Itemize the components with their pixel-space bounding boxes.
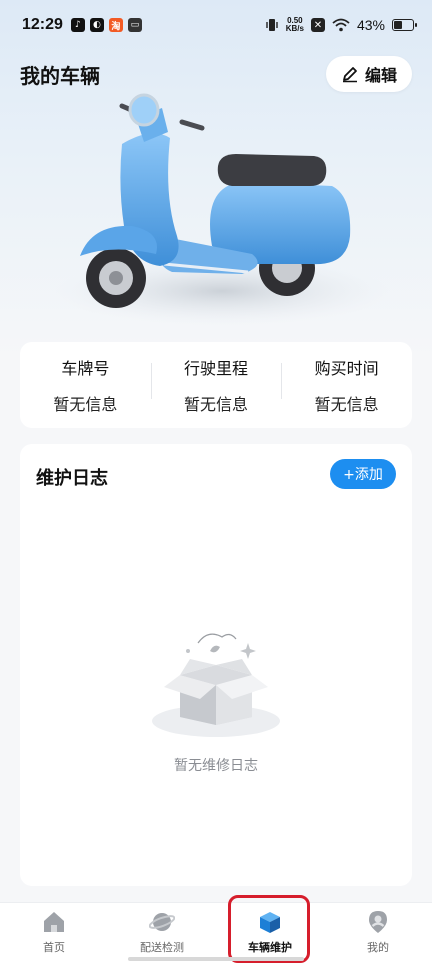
vehicle-info-card: 车牌号 暂无信息 行驶里程 暂无信息 购买时间 暂无信息 <box>20 342 412 428</box>
wifi-icon <box>332 18 350 32</box>
profile-icon <box>369 911 387 933</box>
edit-label: 编辑 <box>364 66 397 85</box>
shopping-app-icon: 淘 <box>108 18 123 32</box>
no-sim-icon: ✕ <box>310 18 325 32</box>
pencil-icon <box>342 67 357 83</box>
info-label: 车牌号 <box>61 359 110 378</box>
tab-label: 我的 <box>367 941 389 954</box>
info-label: 行驶里程 <box>184 359 249 378</box>
tab-label: 配送检测 <box>140 941 184 954</box>
scooter-illustration <box>54 93 390 325</box>
info-value: 暂无信息 <box>53 395 118 414</box>
wallet-app-icon: ▭ <box>127 18 142 32</box>
mileage-field[interactable]: 行驶里程 暂无信息 <box>150 355 282 415</box>
info-value: 暂无信息 <box>314 395 379 414</box>
tab-delivery-check[interactable]: 配送检测 <box>108 903 216 964</box>
tab-profile[interactable]: 我的 <box>324 903 432 964</box>
notification-icons: ♪ ◐ 淘 ▭ <box>70 18 142 32</box>
vibrate-icon <box>266 19 278 31</box>
add-log-button[interactable]: +添加 <box>330 459 396 489</box>
active-tab-highlight <box>228 895 310 963</box>
home-indicator <box>128 957 304 961</box>
info-value: 暂无信息 <box>184 395 249 414</box>
app-swirl-icon: ◐ <box>89 18 104 32</box>
page-title: 我的车辆 <box>20 64 100 88</box>
maintenance-log-title: 维护日志 <box>36 468 108 489</box>
empty-state-text: 暂无维修日志 <box>174 758 258 774</box>
battery-percent: 43% <box>356 17 385 33</box>
tab-label: 首页 <box>43 941 65 954</box>
home-icon <box>44 912 64 932</box>
bottom-tab-bar: 首页 配送检测 车辆维护 我的 <box>0 902 432 964</box>
battery-icon <box>392 19 417 31</box>
plate-number-field[interactable]: 车牌号 暂无信息 <box>20 355 151 415</box>
tab-home[interactable]: 首页 <box>0 903 108 964</box>
maintenance-log-card: 维护日志 +添加 暂无维修日志 <box>20 444 412 886</box>
planet-icon <box>149 913 175 931</box>
info-label: 购买时间 <box>314 359 379 378</box>
status-bar: 12:29 ♪ ◐ 淘 ▭ 0.50 KB/s ✕ 43% <box>0 0 432 50</box>
status-time: 12:29 <box>22 16 63 33</box>
purchase-date-field[interactable]: 购买时间 暂无信息 <box>281 355 412 415</box>
empty-box-icon <box>152 633 280 737</box>
tiktok-icon: ♪ <box>70 18 85 32</box>
net-speed: 0.50 KB/s <box>285 16 304 33</box>
